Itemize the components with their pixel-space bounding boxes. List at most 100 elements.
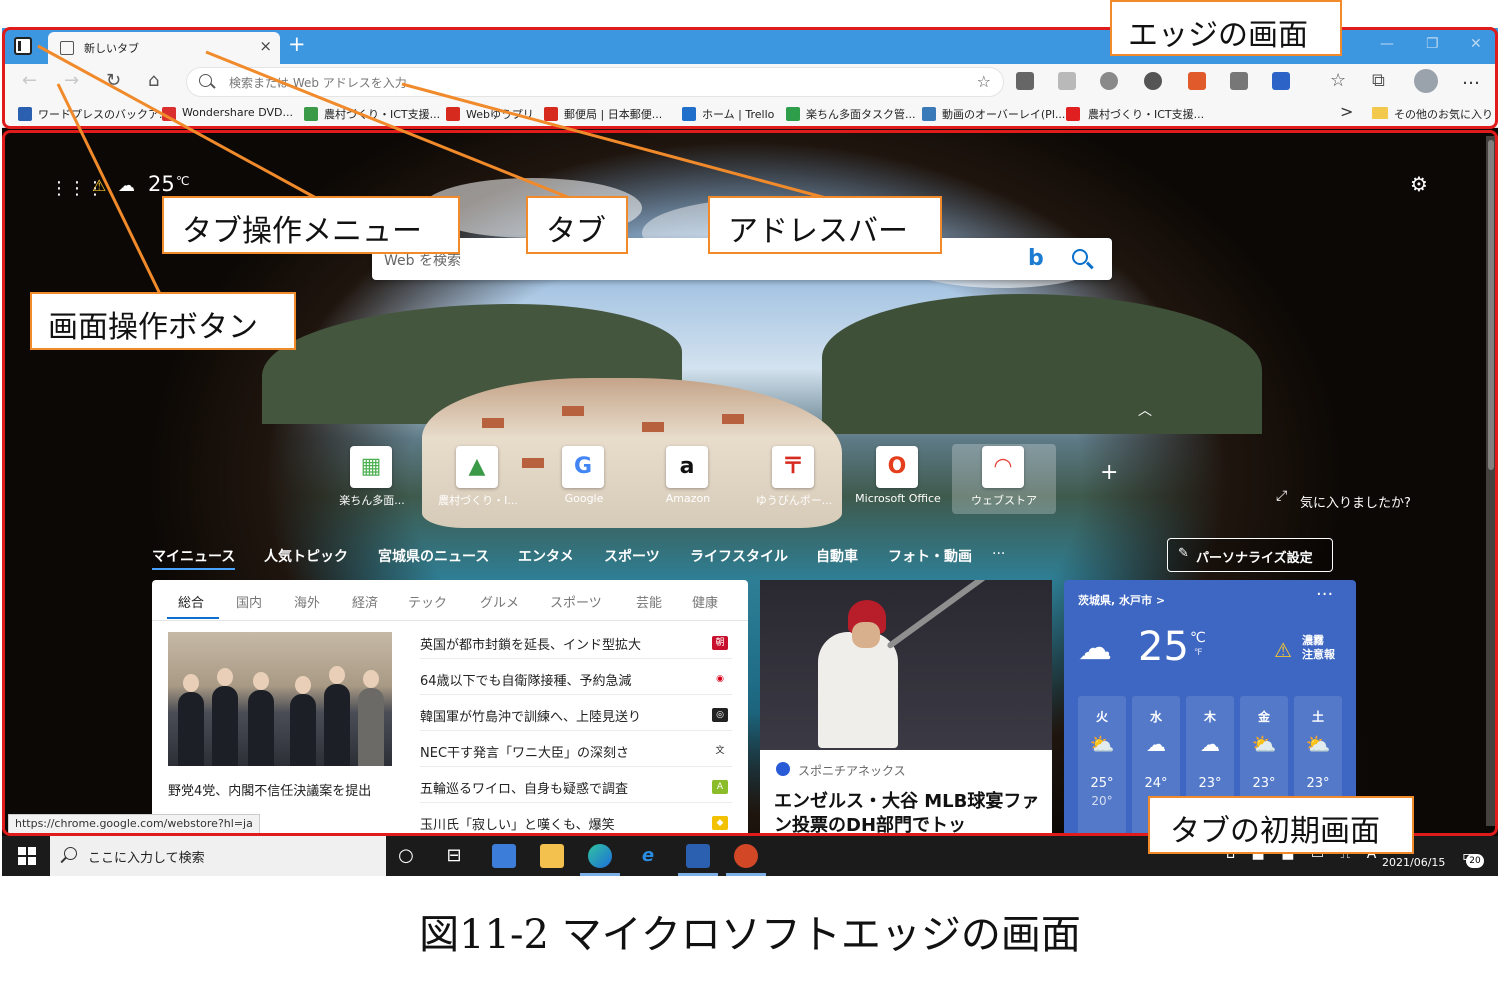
store-icon[interactable] bbox=[492, 844, 516, 868]
cortana-icon[interactable]: ○ bbox=[394, 844, 418, 868]
quick-link-tile[interactable]: ▦ 楽ちん多面... bbox=[320, 444, 424, 514]
powerpoint-icon[interactable] bbox=[734, 844, 758, 868]
edge-icon[interactable] bbox=[588, 844, 612, 868]
news-nav-entertainment[interactable]: エンタメ bbox=[518, 546, 574, 566]
collections-icon[interactable]: ⧉ bbox=[1372, 70, 1385, 91]
favorite-item[interactable]: 農村づくり・ICT支援... bbox=[1088, 106, 1204, 122]
favorite-item[interactable]: 郵便局 | 日本郵便... bbox=[564, 106, 662, 122]
extension-zoom-icon[interactable] bbox=[1144, 72, 1162, 90]
favorite-item[interactable]: Webゆうプリ bbox=[466, 106, 534, 122]
add-favorite-icon[interactable]: ☆ bbox=[977, 72, 991, 91]
news-tab-showbiz[interactable]: 芸能 bbox=[636, 592, 662, 611]
profile-avatar[interactable] bbox=[1414, 69, 1438, 93]
other-favorites[interactable]: その他のお気に入り bbox=[1394, 106, 1493, 122]
sport-news-card[interactable]: スポニチアネックス エンゼルス・大谷 MLB球宴ファン投票のDH部門でトッ bbox=[760, 580, 1052, 836]
news-nav-lifestyle[interactable]: ライフスタイル bbox=[690, 546, 788, 566]
quick-link-tile[interactable]: a Amazon bbox=[636, 444, 740, 514]
news-photo-caption[interactable]: 野党4党、内閣不信任決議案を提出 bbox=[168, 780, 371, 799]
headline[interactable]: 64歳以下でも自衛隊接種、予約急減 bbox=[420, 670, 632, 689]
new-tab-button[interactable]: + bbox=[288, 32, 306, 56]
headline[interactable]: 韓国軍が竹島沖で訓練へ、上陸見送り bbox=[420, 706, 641, 725]
quick-link-tile[interactable]: ▲ 農村づくり・I... bbox=[426, 444, 530, 514]
feedback-question[interactable]: 気に入りましたか? bbox=[1300, 492, 1411, 511]
tab-close-icon[interactable]: × bbox=[259, 37, 272, 55]
celsius-toggle[interactable]: ℃ bbox=[1190, 630, 1206, 646]
taskbar-search-box[interactable]: ここに入力して検索 bbox=[50, 836, 386, 876]
fahrenheit-toggle[interactable]: ℉ bbox=[1194, 648, 1203, 658]
pencil-icon: ✎ bbox=[1178, 546, 1189, 561]
headline[interactable]: 玉川氏「寂しい」と嘆くも、爆笑 bbox=[420, 814, 615, 833]
news-tab-sports[interactable]: スポーツ bbox=[550, 592, 602, 611]
favorites-icon[interactable]: ☆ bbox=[1330, 70, 1346, 91]
task-view-icon[interactable]: ⊟ bbox=[442, 844, 466, 868]
extension-pocket-icon[interactable] bbox=[1058, 72, 1076, 90]
headline[interactable]: 五輪巡るワイロ、自身も疑惑で調査 bbox=[420, 778, 628, 797]
top-temperature[interactable]: 25 bbox=[148, 172, 175, 196]
news-tab-gourmet[interactable]: グルメ bbox=[480, 592, 519, 611]
news-tab-general[interactable]: 総合 bbox=[178, 592, 204, 611]
favorite-item[interactable]: ワードプレスのバックア... bbox=[38, 106, 170, 122]
extension-camera-icon[interactable] bbox=[1230, 72, 1248, 90]
forward-icon[interactable]: → bbox=[64, 70, 79, 91]
favorite-item[interactable]: ホーム | Trello bbox=[702, 106, 774, 122]
weather-more-icon[interactable]: ··· bbox=[1316, 584, 1333, 605]
news-tab-health[interactable]: 健康 bbox=[692, 592, 718, 611]
personalize-button[interactable]: ✎ パーソナライズ設定 bbox=[1167, 538, 1333, 572]
weather-cloud-icon[interactable]: ☁ bbox=[118, 176, 135, 196]
taskbar-date[interactable]: 2021/06/15 bbox=[1382, 856, 1445, 869]
favorites-overflow-button[interactable]: > bbox=[1340, 102, 1353, 121]
page-scrollbar-thumb[interactable] bbox=[1488, 140, 1494, 470]
tab-new-tab[interactable]: 新しいタブ × bbox=[48, 32, 280, 64]
internet-explorer-icon[interactable]: e bbox=[636, 844, 660, 868]
news-nav-more[interactable]: ··· bbox=[992, 546, 1005, 562]
maximize-button[interactable]: ❐ bbox=[1426, 36, 1439, 52]
extension-translate-icon[interactable] bbox=[1272, 72, 1290, 90]
news-nav-my-news[interactable]: マイニュース bbox=[152, 546, 236, 570]
collapse-chevron-icon[interactable]: ︿ bbox=[1138, 400, 1152, 420]
bing-logo-icon[interactable]: b bbox=[1028, 246, 1044, 271]
quick-link-tile[interactable]: G Google bbox=[532, 444, 636, 514]
quick-link-tile[interactable]: ◠ ウェブストア bbox=[952, 444, 1056, 514]
news-tab-economy[interactable]: 経済 bbox=[352, 592, 378, 611]
tab-title: 新しいタブ bbox=[84, 42, 139, 55]
address-bar[interactable]: 検索または Web アドレスを入力 ☆ bbox=[186, 67, 1004, 97]
news-nav-trending[interactable]: 人気トピック bbox=[264, 546, 348, 566]
extension-help-icon[interactable] bbox=[1016, 72, 1034, 90]
favorite-item[interactable]: 楽ちん多面タスク管... bbox=[806, 106, 916, 122]
windows-start-icon[interactable] bbox=[18, 847, 36, 865]
headline[interactable]: 英国が都市封鎖を延長、インド型拡大 bbox=[420, 634, 641, 653]
expand-icon[interactable]: ⤢ bbox=[1276, 488, 1287, 504]
word-icon[interactable] bbox=[686, 844, 710, 868]
extension-bar-icon[interactable] bbox=[1188, 72, 1206, 90]
forecast-day[interactable]: 火 ⛅ 25° 20° bbox=[1078, 696, 1126, 836]
weather-warning-icon[interactable]: ⚠ bbox=[92, 176, 106, 195]
tab-actions-menu-icon[interactable] bbox=[14, 37, 32, 55]
page-settings-gear-icon[interactable]: ⚙ bbox=[1410, 172, 1428, 196]
extension-headphone-icon[interactable] bbox=[1100, 72, 1118, 90]
back-icon[interactable]: ← bbox=[22, 70, 37, 91]
weather-alert[interactable]: 濃霧 注意報 bbox=[1302, 634, 1335, 662]
favorite-item[interactable]: 農村づくり・ICT支援... bbox=[324, 106, 440, 122]
file-explorer-icon[interactable] bbox=[540, 844, 564, 868]
home-icon[interactable]: ⌂ bbox=[148, 70, 159, 91]
headline[interactable]: NEC干す発言「ワニ大臣」の深刻さ bbox=[420, 742, 629, 761]
news-tab-domestic[interactable]: 国内 bbox=[236, 592, 262, 611]
news-nav-cars[interactable]: 自動車 bbox=[816, 546, 858, 566]
news-photo[interactable] bbox=[168, 632, 392, 766]
add-quick-link-icon[interactable]: + bbox=[1100, 460, 1118, 485]
refresh-icon[interactable]: ↻ bbox=[106, 70, 121, 91]
favorite-item[interactable]: 動画のオーバーレイ(Pl... bbox=[942, 106, 1065, 122]
news-nav-sports[interactable]: スポーツ bbox=[604, 546, 660, 566]
news-tab-tech[interactable]: テック bbox=[408, 592, 447, 611]
news-nav-photo-video[interactable]: フォト・動画 bbox=[888, 546, 972, 566]
search-button-icon[interactable] bbox=[1072, 249, 1088, 265]
minimize-button[interactable]: — bbox=[1380, 36, 1394, 52]
window-close-button[interactable]: ✕ bbox=[1470, 36, 1482, 52]
quick-link-tile[interactable]: O Microsoft Office bbox=[846, 444, 950, 514]
weather-location[interactable]: 茨城県, 水戸市 > bbox=[1078, 592, 1165, 608]
favorite-item[interactable]: Wondershare DVD... bbox=[182, 106, 293, 119]
settings-more-icon[interactable]: … bbox=[1462, 68, 1480, 89]
news-tab-world[interactable]: 海外 bbox=[294, 592, 320, 611]
quick-link-tile[interactable]: 〒 ゆうびんポー... bbox=[742, 444, 846, 514]
news-nav-miyagi[interactable]: 宮城県のニュース bbox=[378, 546, 489, 566]
